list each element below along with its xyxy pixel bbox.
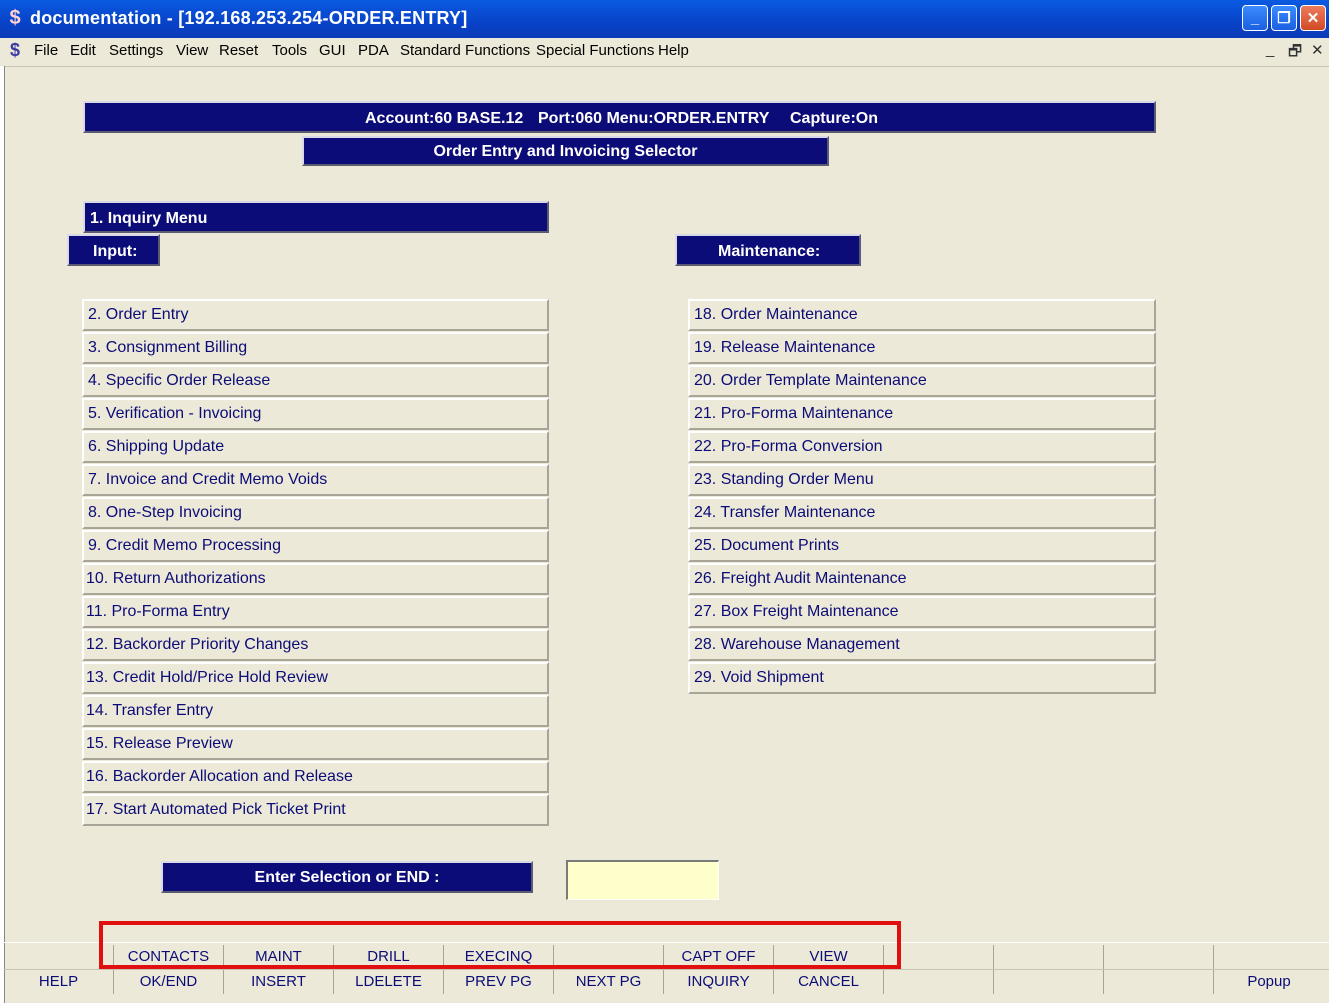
annotation-highlight-box bbox=[99, 921, 901, 969]
selection-input[interactable] bbox=[566, 860, 719, 900]
window-title: documentation - [192.168.253.254-ORDER.E… bbox=[30, 8, 468, 28]
mdi-minimize-button[interactable]: _ bbox=[1266, 41, 1274, 58]
title-bar: $ documentation - [192.168.253.254-ORDER… bbox=[0, 0, 1329, 38]
menu-item-release-preview[interactable]: 15. Release Preview bbox=[82, 728, 549, 760]
page-title: Order Entry and Invoicing Selector bbox=[302, 136, 829, 166]
selection-prompt: Enter Selection or END : bbox=[161, 861, 533, 893]
menu-item-order-entry[interactable]: 2. Order Entry bbox=[82, 299, 549, 331]
menu-item-shipping-update[interactable]: 6. Shipping Update bbox=[82, 431, 549, 463]
menu-item-specific-order-release[interactable]: 4. Specific Order Release bbox=[82, 365, 549, 397]
menu-special-functions[interactable]: Special Functions bbox=[536, 42, 654, 59]
app-icon[interactable]: $ bbox=[6, 6, 24, 30]
fkey-prev-pg[interactable]: PREV PG bbox=[444, 970, 554, 994]
fkey-row1-1[interactable] bbox=[4, 945, 114, 969]
fkey-row1-10[interactable] bbox=[994, 945, 1104, 969]
menu-item-pro-forma-conversion[interactable]: 22. Pro-Forma Conversion bbox=[688, 431, 1156, 463]
menu-reset[interactable]: Reset bbox=[219, 42, 258, 59]
menu-edit[interactable]: Edit bbox=[70, 42, 96, 59]
fkey-row1-12[interactable] bbox=[1214, 945, 1324, 969]
menu-item-box-freight-maintenance[interactable]: 27. Box Freight Maintenance bbox=[688, 596, 1156, 628]
menu-item-freight-audit-maintenance[interactable]: 26. Freight Audit Maintenance bbox=[688, 563, 1156, 595]
inquiry-menu-label: 1. Inquiry Menu bbox=[90, 210, 208, 227]
menu-item-transfer-maintenance[interactable]: 24. Transfer Maintenance bbox=[688, 497, 1156, 529]
maintenance-section-header: Maintenance: bbox=[675, 234, 861, 266]
fkey-inquiry[interactable]: INQUIRY bbox=[664, 970, 774, 994]
menu-settings[interactable]: Settings bbox=[109, 42, 163, 59]
menu-gui[interactable]: GUI bbox=[319, 42, 346, 59]
inquiry-menu-item[interactable]: 1. Inquiry Menu bbox=[83, 201, 549, 233]
fkey-cancel[interactable]: CANCEL bbox=[774, 970, 884, 994]
menu-item-order-maintenance[interactable]: 18. Order Maintenance bbox=[688, 299, 1156, 331]
menu-item-verification-invoicing[interactable]: 5. Verification - Invoicing bbox=[82, 398, 549, 430]
menu-item-release-maintenance[interactable]: 19. Release Maintenance bbox=[688, 332, 1156, 364]
menu-item-credit-price-hold-review[interactable]: 13. Credit Hold/Price Hold Review bbox=[82, 662, 549, 694]
menu-item-order-template-maintenance[interactable]: 20. Order Template Maintenance bbox=[688, 365, 1156, 397]
menu-help[interactable]: Help bbox=[658, 42, 689, 59]
menu-item-warehouse-management[interactable]: 28. Warehouse Management bbox=[688, 629, 1156, 661]
menu-item-credit-memo-processing[interactable]: 9. Credit Memo Processing bbox=[82, 530, 549, 562]
input-section-label: Input: bbox=[93, 243, 138, 260]
menu-item-invoice-credit-voids[interactable]: 7. Invoice and Credit Memo Voids bbox=[82, 464, 549, 496]
fkey-ok-end[interactable]: OK/END bbox=[114, 970, 224, 994]
fkey-help[interactable]: HELP bbox=[4, 970, 114, 994]
mdi-restore-button[interactable]: 🗗 bbox=[1288, 41, 1302, 66]
menu-file[interactable]: File bbox=[34, 42, 58, 59]
fkey-row2-10[interactable] bbox=[994, 970, 1104, 994]
menu-item-document-prints[interactable]: 25. Document Prints bbox=[688, 530, 1156, 562]
input-section-header: Input: bbox=[67, 234, 160, 266]
page-title-text: Order Entry and Invoicing Selector bbox=[433, 143, 698, 160]
menu-item-return-authorizations[interactable]: 10. Return Authorizations bbox=[82, 563, 549, 595]
selection-prompt-label: Enter Selection or END : bbox=[254, 869, 440, 886]
account-header: Account:60 BASE.12 Port:060 Menu:ORDER.E… bbox=[83, 101, 1156, 133]
close-button[interactable]: ✕ bbox=[1300, 5, 1326, 31]
fkey-row2-11[interactable] bbox=[1104, 970, 1214, 994]
capture-label: Capture:On bbox=[790, 110, 878, 127]
menu-item-backorder-allocation-release[interactable]: 16. Backorder Allocation and Release bbox=[82, 761, 549, 793]
menu-view[interactable]: View bbox=[176, 42, 208, 59]
menu-item-one-step-invoicing[interactable]: 8. One-Step Invoicing bbox=[82, 497, 549, 529]
menu-standard-functions[interactable]: Standard Functions bbox=[400, 42, 530, 59]
menu-pda[interactable]: PDA bbox=[358, 42, 389, 59]
account-label: Account:60 BASE.12 bbox=[365, 110, 524, 127]
port-menu-label: Port:060 Menu:ORDER.ENTRY bbox=[538, 110, 770, 127]
maintenance-section-label: Maintenance: bbox=[718, 243, 821, 260]
fkey-next-pg[interactable]: NEXT PG bbox=[554, 970, 664, 994]
menu-bar: $ File Edit Settings View Reset Tools GU… bbox=[0, 38, 1329, 67]
frame-border bbox=[0, 66, 5, 1003]
fkey-insert[interactable]: INSERT bbox=[224, 970, 334, 994]
minimize-button[interactable]: _ bbox=[1242, 5, 1268, 31]
mdi-close-button[interactable]: ✕ bbox=[1311, 41, 1324, 59]
menu-item-pro-forma-entry[interactable]: 11. Pro-Forma Entry bbox=[82, 596, 549, 628]
menu-item-transfer-entry[interactable]: 14. Transfer Entry bbox=[82, 695, 549, 727]
fkey-row2-9[interactable] bbox=[884, 970, 994, 994]
menu-item-standing-order-menu[interactable]: 23. Standing Order Menu bbox=[688, 464, 1156, 496]
menu-item-pro-forma-maintenance[interactable]: 21. Pro-Forma Maintenance bbox=[688, 398, 1156, 430]
menu-item-backorder-priority-changes[interactable]: 12. Backorder Priority Changes bbox=[82, 629, 549, 661]
fkey-ldelete[interactable]: LDELETE bbox=[334, 970, 444, 994]
app-menu-icon[interactable]: $ bbox=[10, 40, 20, 61]
menu-item-void-shipment[interactable]: 29. Void Shipment bbox=[688, 662, 1156, 694]
fkey-row1-11[interactable] bbox=[1104, 945, 1214, 969]
fkey-popup[interactable]: Popup bbox=[1214, 970, 1324, 994]
menu-item-start-pick-ticket-print[interactable]: 17. Start Automated Pick Ticket Print bbox=[82, 794, 549, 826]
menu-item-consignment-billing[interactable]: 3. Consignment Billing bbox=[82, 332, 549, 364]
menu-tools[interactable]: Tools bbox=[272, 42, 307, 59]
restore-button[interactable]: ❐ bbox=[1271, 5, 1297, 31]
